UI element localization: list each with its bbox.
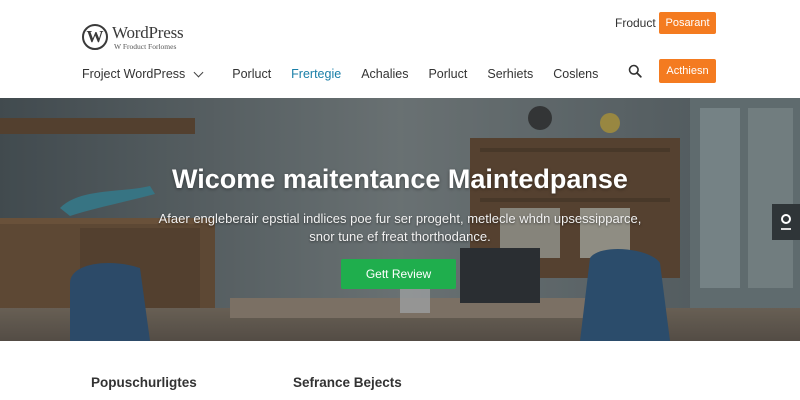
side-widget[interactable] <box>772 204 800 240</box>
site-logo[interactable]: W WordPress W Froduct Forlomes <box>82 23 184 51</box>
section-heading-subjects: Sefrance Bejects <box>293 375 402 390</box>
lower-section: Popuschurligtes Sefrance Bejects <box>0 341 800 400</box>
nav-item-project[interactable]: Froject WordPress <box>82 67 204 81</box>
get-review-button[interactable]: Gett Review <box>341 259 456 289</box>
logo-text: WordPress W Froduct Forlomes <box>112 23 184 51</box>
search-icon[interactable] <box>628 64 642 78</box>
hero-subtitle: Afaer engleberair epstial indlices poe f… <box>158 211 642 244</box>
hero-title: Wicome maitentance Maintedpanse <box>172 164 628 194</box>
chevron-down-icon <box>193 67 204 77</box>
wordpress-logo-icon: W <box>82 24 108 51</box>
nav-item-cases[interactable]: Coslens <box>553 67 598 81</box>
nav-item-product[interactable]: Porluct <box>232 67 271 81</box>
section-heading-popular: Popuschurligtes <box>91 375 197 390</box>
logo-name: WordPress <box>112 23 184 42</box>
nav-item-label: Froject WordPress <box>82 67 186 81</box>
top-product-link[interactable]: Froduct <box>615 16 656 30</box>
nav-item-services[interactable]: Serhiets <box>487 67 533 81</box>
nav-item-strategie[interactable]: Frertegie <box>291 67 341 81</box>
nav-item-product-2[interactable]: Porluct <box>428 67 467 81</box>
nav-item-activities[interactable]: Achalies <box>361 67 408 81</box>
hero-banner: Wicome maitentance Maintedpanse Afaer en… <box>0 98 800 341</box>
site-header: W WordPress W Froduct Forlomes Froduct P… <box>0 0 800 98</box>
main-nav: Froject WordPress Porluct Frertegie Acha… <box>82 67 598 81</box>
top-cta-button[interactable]: Posarant <box>659 12 716 34</box>
dash-icon <box>781 228 791 230</box>
chat-icon <box>781 214 791 224</box>
action-button[interactable]: Acthiesn <box>659 59 716 83</box>
logo-tagline: W Froduct Forlomes <box>114 42 177 51</box>
